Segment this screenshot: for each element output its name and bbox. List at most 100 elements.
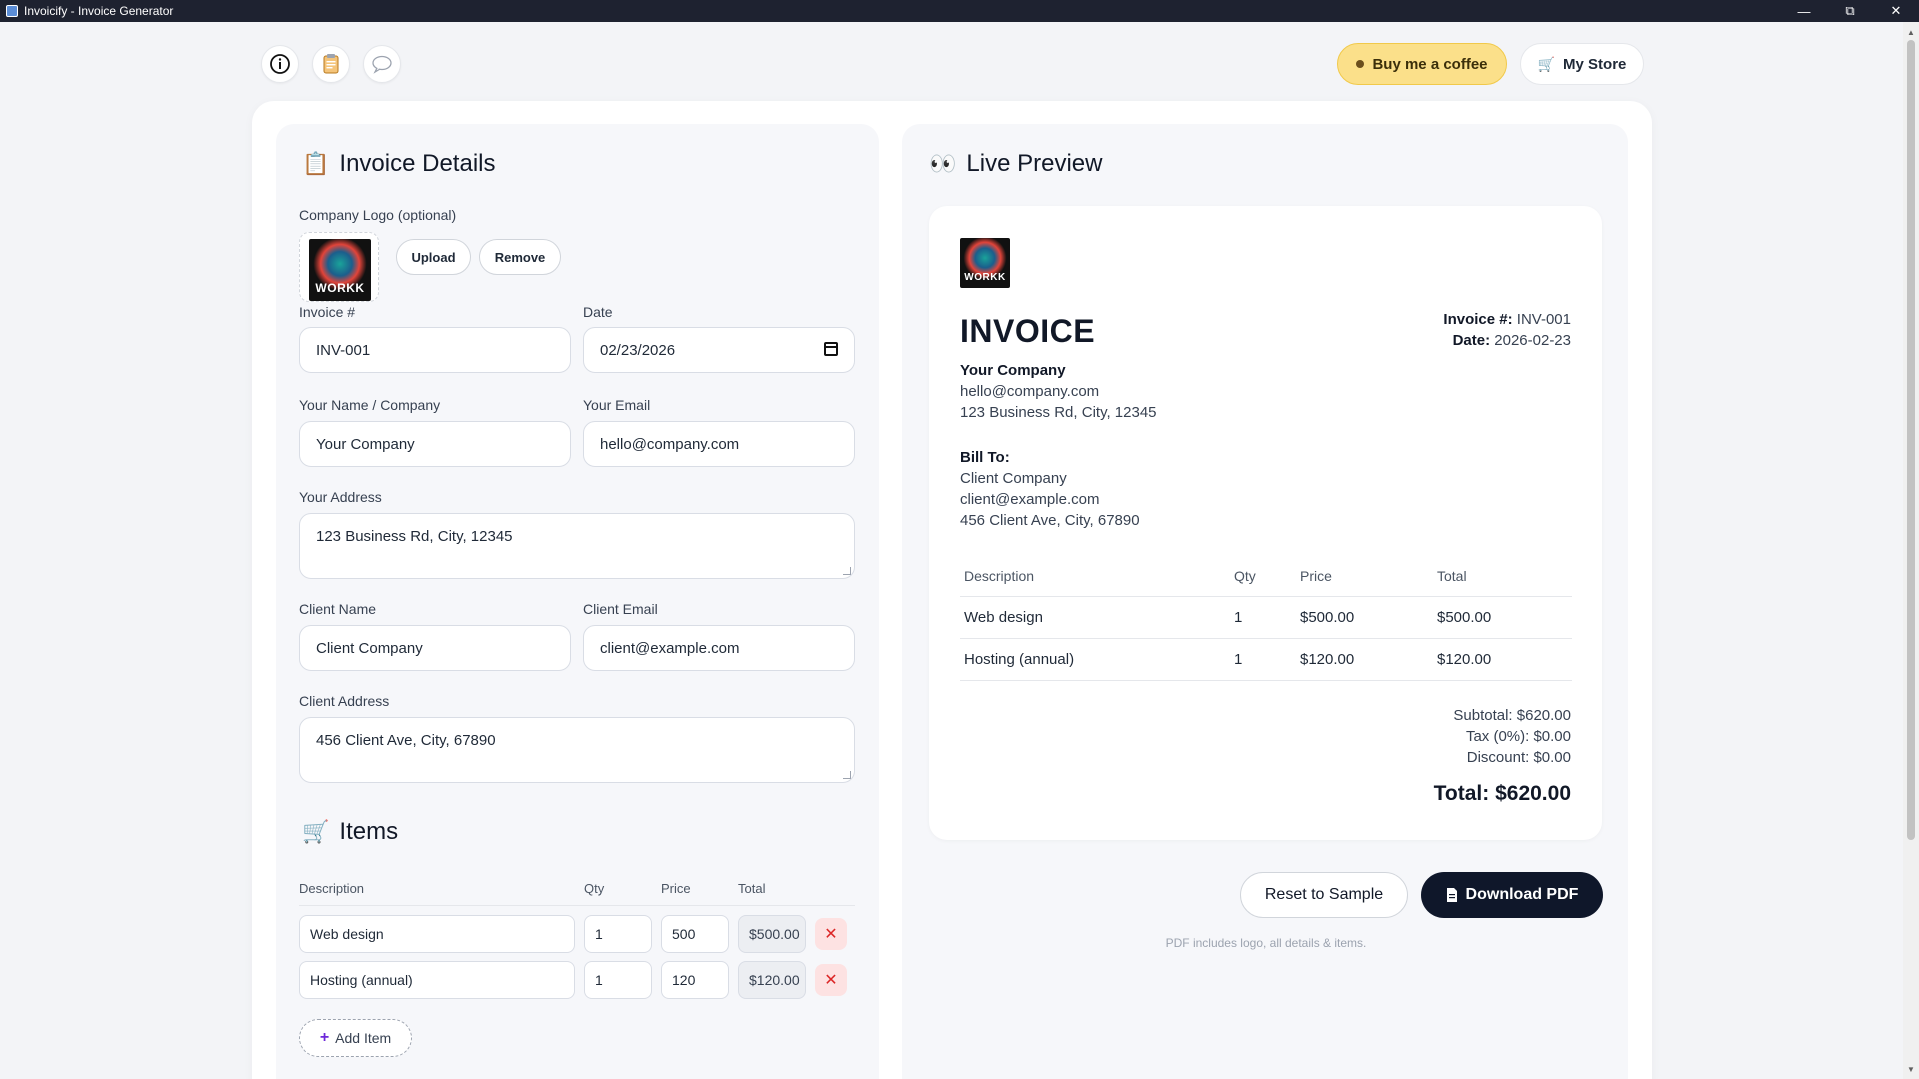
client-address-textarea[interactable]: 456 Client Ave, City, 67890 [299, 717, 855, 783]
preview-row-divider [960, 638, 1572, 639]
preview-invoice-number-label: Invoice #: [1443, 311, 1513, 328]
reset-to-sample-button[interactable]: Reset to Sample [1240, 872, 1408, 918]
feedback-button[interactable] [363, 45, 401, 83]
scroll-up-arrow-icon[interactable]: ▲ [1903, 24, 1919, 40]
scroll-down-arrow-icon[interactable]: ▼ [1903, 1061, 1919, 1077]
document-icon [1446, 888, 1457, 902]
item-total-field: $120.00 [738, 961, 806, 999]
store-label: My Store [1563, 55, 1627, 73]
delete-item-button[interactable]: ✕ [815, 918, 847, 950]
preview-row-total: $500.00 [1437, 609, 1492, 626]
company-logo-image: WORKK [309, 239, 371, 301]
window-title: Invoicify - Invoice Generator [24, 4, 174, 18]
remove-button[interactable]: Remove [479, 239, 561, 275]
date-input[interactable]: 02/23/2026 [583, 327, 855, 373]
client-email-label: Client Email [583, 601, 658, 617]
close-button[interactable]: ✕ [1873, 0, 1919, 22]
preview-row-price: $120.00 [1300, 651, 1355, 668]
preview-invoice-number-value: INV-001 [1516, 311, 1571, 328]
client-email-input[interactable]: client@example.com [583, 625, 855, 671]
preview-row-description: Web design [964, 609, 1043, 626]
items-col-qty: Qty [584, 881, 605, 896]
your-email-label: Your Email [583, 397, 651, 413]
preview-logo-image: WORKK [960, 238, 1010, 288]
preview-row-qty: 1 [1234, 651, 1243, 668]
eyes-icon: 👀 [929, 151, 957, 176]
minimize-button[interactable]: — [1781, 0, 1827, 22]
logo-label: Company Logo (optional) [299, 207, 457, 223]
preview-to-address: 456 Client Ave, City, 67890 [960, 512, 1140, 529]
calendar-icon[interactable] [824, 342, 838, 356]
preview-col-price: Price [1300, 568, 1332, 584]
invoice-number-input[interactable]: INV-001 [299, 327, 571, 373]
upload-button[interactable]: Upload [396, 239, 471, 275]
vertical-scrollbar[interactable]: ▲ ▼ [1903, 22, 1919, 1079]
preview-to-email: client@example.com [960, 491, 1100, 508]
speech-bubble-icon [372, 55, 392, 74]
items-header-divider [299, 905, 855, 906]
app-icon [6, 5, 18, 17]
your-address-label: Your Address [299, 489, 382, 505]
your-name-input[interactable]: Your Company [299, 421, 571, 467]
preview-to-name: Client Company [960, 470, 1067, 487]
item-price-input[interactable]: 120 [661, 961, 729, 999]
items-title: Items [339, 818, 399, 845]
preview-col-total: Total [1437, 568, 1467, 584]
preview-discount: Discount: $0.00 [1466, 749, 1571, 766]
resize-grip-icon[interactable] [843, 567, 851, 575]
preview-subtotal: Subtotal: $620.00 [1453, 707, 1571, 724]
preview-row-divider [960, 680, 1572, 681]
preview-date-value: 2026-02-23 [1494, 332, 1571, 349]
preview-header-divider [960, 596, 1572, 597]
item-description-input[interactable]: Web design [299, 915, 575, 953]
preview-from-address: 123 Business Rd, City, 12345 [960, 404, 1157, 421]
client-name-label: Client Name [299, 601, 377, 617]
preview-from-email: hello@company.com [960, 383, 1100, 400]
restore-button[interactable]: ⧉ [1827, 0, 1873, 22]
add-item-label: Add Item [335, 1030, 392, 1046]
your-address-textarea[interactable]: 123 Business Rd, City, 12345 [299, 513, 855, 579]
client-address-value: 456 Client Ave, City, 67890 [316, 732, 496, 749]
item-total-field: $500.00 [738, 915, 806, 953]
your-email-input[interactable]: hello@company.com [583, 421, 855, 467]
invoice-details-title: Invoice Details [339, 150, 496, 177]
window-titlebar: Invoicify - Invoice Generator — ⧉ ✕ [0, 0, 1919, 22]
item-qty-input[interactable]: 1 [584, 961, 652, 999]
my-store-button[interactable]: 🛒 My Store [1520, 43, 1644, 85]
clipboard-button[interactable] [312, 45, 350, 83]
add-item-button[interactable]: + Add Item [299, 1019, 412, 1057]
buy-me-a-coffee-button[interactable]: Buy me a coffee [1337, 43, 1507, 85]
info-button[interactable] [261, 45, 299, 83]
item-description-input[interactable]: Hosting (annual) [299, 961, 575, 999]
preview-row-qty: 1 [1234, 609, 1243, 626]
preview-date-label: Date: [1452, 332, 1491, 349]
client-name-input[interactable]: Client Company [299, 625, 571, 671]
pdf-note: PDF includes logo, all details & items. [1165, 936, 1367, 950]
download-pdf-button[interactable]: Download PDF [1421, 872, 1603, 918]
preview-total: Total: $620.00 [1433, 782, 1571, 805]
preview-invoice-number: Invoice #: INV-001 [1443, 311, 1571, 328]
items-heading: 🛒 Items [302, 818, 398, 846]
invoice-number-label: Invoice # [299, 304, 356, 320]
item-qty-input[interactable]: 1 [584, 915, 652, 953]
resize-grip-icon[interactable] [843, 771, 851, 779]
scrollbar-thumb[interactable] [1907, 40, 1915, 840]
coffee-dot-icon [1356, 60, 1365, 68]
preview-col-description: Description [964, 568, 1035, 584]
logo-dropzone[interactable]: WORKK [299, 232, 379, 302]
live-preview-heading: 👀 Live Preview [929, 150, 1102, 178]
item-price-input[interactable]: 500 [661, 915, 729, 953]
close-icon: ✕ [824, 926, 838, 943]
close-icon: ✕ [824, 972, 838, 989]
items-col-description: Description [299, 881, 365, 896]
preview-row-price: $500.00 [1300, 609, 1355, 626]
delete-item-button[interactable]: ✕ [815, 964, 847, 996]
clipboard-icon [323, 54, 339, 74]
cart-icon: 🛒 [1537, 55, 1556, 72]
preview-tax: Tax (0%): $0.00 [1465, 728, 1571, 745]
date-label: Date [583, 304, 613, 320]
logo-text: WORKK [315, 281, 365, 295]
live-preview-title: Live Preview [966, 150, 1103, 177]
items-col-total: Total [738, 881, 766, 896]
cart-icon: 🛒 [302, 819, 330, 844]
